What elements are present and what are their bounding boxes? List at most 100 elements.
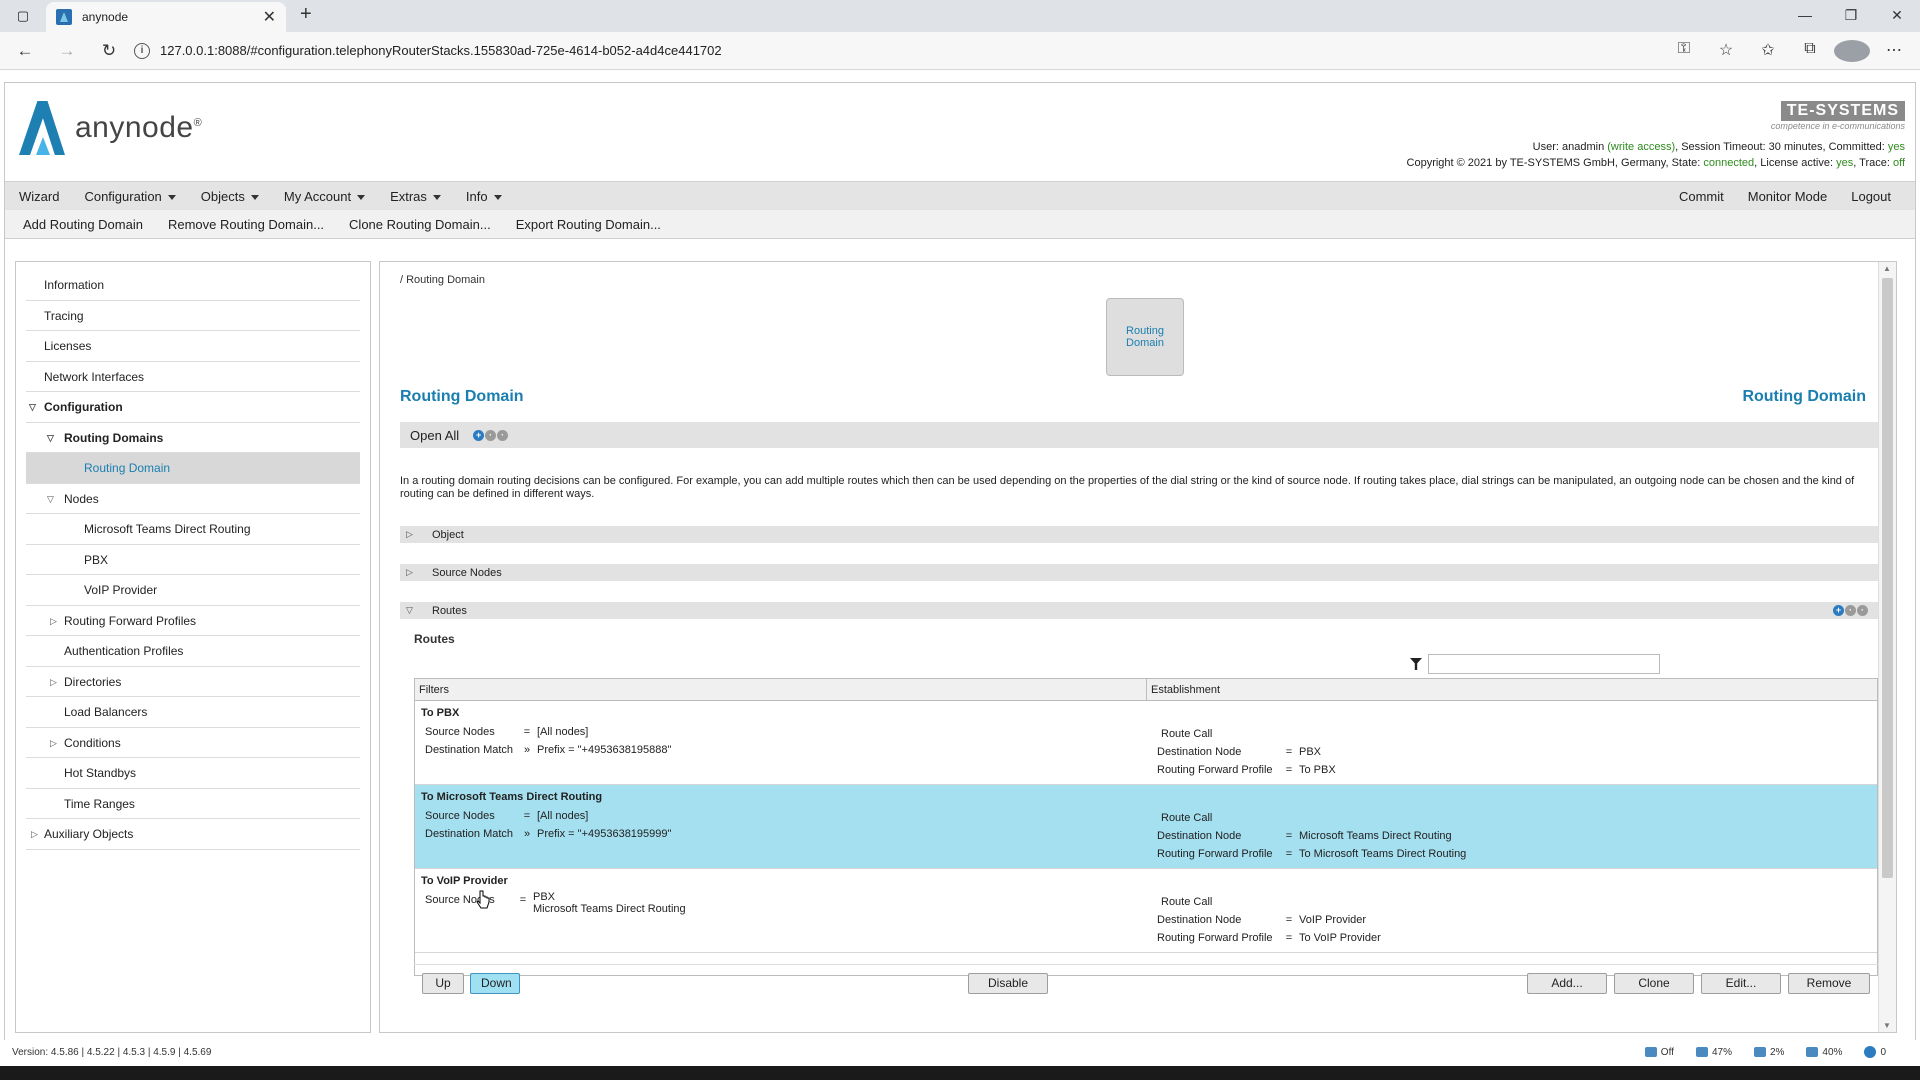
expanded-triangle-icon[interactable]: ▽ bbox=[406, 605, 413, 616]
tree-item-licenses[interactable]: Licenses bbox=[26, 331, 360, 362]
collapsed-triangle-icon[interactable]: ▷ bbox=[50, 667, 57, 697]
table-row-selected[interactable]: To Microsoft Teams Direct Routing Source… bbox=[415, 785, 1877, 869]
remove-routing-domain-link[interactable]: Remove Routing Domain... bbox=[168, 217, 324, 232]
tree-item-nodes[interactable]: ▽ Nodes bbox=[26, 484, 360, 514]
more-icon[interactable]: ⋯ bbox=[1876, 40, 1912, 62]
tree-item-node-voip[interactable]: VoIP Provider bbox=[26, 575, 360, 606]
clone-routing-domain-link[interactable]: Clone Routing Domain... bbox=[349, 217, 491, 232]
vertical-scrollbar[interactable]: ▲ ▼ bbox=[1878, 262, 1896, 1032]
remove-route-button[interactable]: Remove bbox=[1788, 973, 1870, 994]
browser-tabstrip: ▢ anynode ✕ + — ❐ ✕ bbox=[0, 0, 1920, 32]
back-icon[interactable]: ← bbox=[8, 36, 42, 66]
monitor-mode-button[interactable]: Monitor Mode bbox=[1748, 189, 1827, 204]
tree-item-hot-standbys[interactable]: Hot Standbys bbox=[26, 758, 360, 789]
expanded-triangle-icon[interactable]: ▽ bbox=[47, 423, 54, 453]
delete-icon[interactable]: · bbox=[1857, 605, 1868, 616]
row-establishment: Route Call Destination Node = VoIP Provide… bbox=[1147, 869, 1877, 952]
logout-button[interactable]: Logout bbox=[1851, 189, 1891, 204]
section-object[interactable]: ▷ Object bbox=[400, 526, 1878, 543]
menu-my-account[interactable]: My Account bbox=[283, 188, 366, 204]
new-tab-icon[interactable]: + bbox=[300, 3, 312, 26]
tree-item-load-balancers[interactable]: Load Balancers bbox=[26, 697, 360, 728]
table-row[interactable]: To PBX Source Nodes = [All nodes] Destinat… bbox=[415, 701, 1877, 785]
page-title: Routing Domain bbox=[400, 388, 524, 405]
scroll-up-icon[interactable]: ▲ bbox=[1883, 264, 1891, 273]
export-routing-domain-link[interactable]: Export Routing Domain... bbox=[516, 217, 661, 232]
key-icon[interactable]: ⚿ bbox=[1666, 40, 1702, 62]
collections-icon[interactable]: ⧉ bbox=[1792, 40, 1828, 62]
te-systems-logo: TE-SYSTEMS competence in e-communication… bbox=[1771, 101, 1905, 131]
tab-actions-icon[interactable]: ▢ bbox=[0, 0, 46, 32]
license-label: , License active: bbox=[1754, 157, 1834, 169]
tree-item-network-interfaces[interactable]: Network Interfaces bbox=[26, 362, 360, 392]
edit-route-button[interactable]: Edit... bbox=[1701, 973, 1781, 994]
add-icon[interactable]: + bbox=[1833, 605, 1844, 616]
commit-button[interactable]: Commit bbox=[1679, 189, 1724, 204]
tree-item-authentication-profiles[interactable]: Authentication Profiles bbox=[26, 636, 360, 667]
url-field[interactable]: i 127.0.0.1:8088/#configuration.telephon… bbox=[134, 36, 1658, 66]
memory-status[interactable]: 40% bbox=[1806, 1046, 1842, 1058]
cpu-status[interactable]: 47% bbox=[1695, 1046, 1732, 1058]
breadcrumb: / Routing Domain bbox=[400, 274, 485, 286]
notification-status[interactable]: 0 bbox=[1864, 1046, 1886, 1058]
edit-icon[interactable]: · bbox=[485, 429, 497, 441]
tree-item-routing-forward-profiles[interactable]: ▷ Routing Forward Profiles bbox=[26, 606, 360, 636]
restore-icon[interactable]: ❐ bbox=[1828, 0, 1874, 30]
tree-item-routing-domain[interactable]: Routing Domain bbox=[26, 453, 360, 484]
trace-label: , Trace: bbox=[1853, 157, 1890, 169]
tree-label: Routing Forward Profiles bbox=[64, 613, 197, 628]
menu-objects[interactable]: Objects bbox=[201, 189, 259, 204]
profile-icon[interactable] bbox=[1834, 39, 1870, 62]
trace-status[interactable]: Off bbox=[1644, 1046, 1674, 1058]
collapsed-triangle-icon[interactable]: ▷ bbox=[31, 819, 38, 849]
table-row[interactable]: To VoIP Provider Source Nodes = PBX Micro… bbox=[415, 869, 1877, 953]
tree-item-information[interactable]: Information bbox=[26, 270, 360, 301]
open-all-link[interactable]: Open All bbox=[410, 428, 459, 443]
down-button[interactable]: Down bbox=[470, 973, 520, 994]
expanded-triangle-icon[interactable]: ▽ bbox=[47, 484, 54, 514]
disk-status[interactable]: 2% bbox=[1753, 1046, 1784, 1058]
collapsed-triangle-icon[interactable]: ▷ bbox=[406, 529, 413, 540]
collapsed-triangle-icon[interactable]: ▷ bbox=[50, 606, 57, 636]
disable-button[interactable]: Disable bbox=[968, 973, 1048, 994]
section-source-nodes[interactable]: ▷ Source Nodes bbox=[400, 564, 1878, 581]
menu-my-account-label: My Account bbox=[283, 188, 352, 204]
tree-item-time-ranges[interactable]: Time Ranges bbox=[26, 789, 360, 819]
edit-icon[interactable]: · bbox=[1845, 605, 1856, 616]
section-routes[interactable]: ▽ Routes + · · bbox=[400, 602, 1878, 619]
minimize-icon[interactable]: — bbox=[1782, 0, 1828, 30]
delete-icon[interactable]: · bbox=[497, 429, 509, 441]
tree-item-configuration[interactable]: ▽ Configuration bbox=[26, 392, 360, 423]
add-icon[interactable]: + bbox=[473, 429, 485, 441]
tree-item-node-pbx[interactable]: PBX bbox=[26, 545, 360, 575]
tree-item-directories[interactable]: ▷ Directories bbox=[26, 667, 360, 697]
browser-tab[interactable]: anynode ✕ bbox=[46, 2, 286, 32]
add-route-button[interactable]: Add... bbox=[1527, 973, 1607, 994]
site-info-icon[interactable]: i bbox=[134, 42, 150, 59]
menu-info[interactable]: Info bbox=[466, 189, 502, 204]
clone-route-button[interactable]: Clone bbox=[1614, 973, 1694, 994]
forward-icon[interactable]: → bbox=[50, 36, 84, 66]
add-routing-domain-link[interactable]: Add Routing Domain bbox=[23, 217, 143, 232]
tree-item-node-teams[interactable]: Microsoft Teams Direct Routing bbox=[26, 514, 360, 545]
menu-extras[interactable]: Extras bbox=[390, 189, 441, 204]
kv-value: [All nodes] bbox=[537, 726, 589, 738]
routes-filter-input[interactable] bbox=[1428, 654, 1660, 674]
up-button[interactable]: Up bbox=[422, 973, 464, 994]
tree-item-conditions[interactable]: ▷ Conditions bbox=[26, 728, 360, 758]
scroll-down-icon[interactable]: ▼ bbox=[1883, 1021, 1891, 1030]
collapsed-triangle-icon[interactable]: ▷ bbox=[50, 728, 57, 758]
close-icon[interactable]: ✕ bbox=[263, 7, 276, 27]
menu-configuration[interactable]: Configuration bbox=[84, 189, 176, 204]
tree-item-routing-domains[interactable]: ▽ Routing Domains bbox=[26, 423, 360, 453]
expanded-triangle-icon[interactable]: ▽ bbox=[29, 392, 36, 422]
tree-item-tracing[interactable]: Tracing bbox=[26, 301, 360, 331]
collapsed-triangle-icon[interactable]: ▷ bbox=[406, 567, 413, 578]
favorites-icon[interactable]: ✩ bbox=[1750, 40, 1786, 62]
add-favorite-icon[interactable]: ☆ bbox=[1708, 40, 1744, 62]
menu-wizard[interactable]: Wizard bbox=[19, 189, 59, 204]
scrollbar-thumb[interactable] bbox=[1882, 278, 1893, 878]
refresh-icon[interactable]: ↻ bbox=[92, 36, 126, 66]
tree-item-auxiliary-objects[interactable]: ▷ Auxiliary Objects bbox=[26, 819, 360, 850]
window-close-icon[interactable]: ✕ bbox=[1874, 0, 1920, 30]
